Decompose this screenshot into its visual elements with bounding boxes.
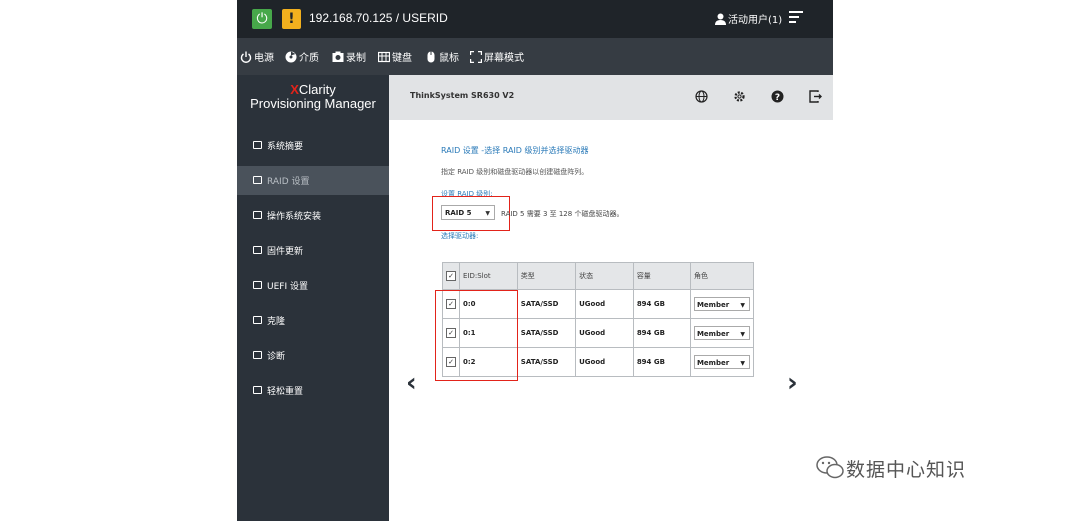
col-eid-slot: EID:Slot xyxy=(459,262,518,290)
sidebar-item-easy-reset[interactable]: 轻松重置 xyxy=(237,376,389,405)
mouse-icon xyxy=(427,51,435,63)
firmware-icon xyxy=(253,246,262,254)
toolbar-keyboard-button[interactable]: 键盘 xyxy=(378,49,412,64)
raid-panel: RAID 设置 -选择 RAID 级别并选择驱动器 指定 RAID 级别和磁盘驱… xyxy=(389,120,833,521)
svg-text:?: ? xyxy=(775,93,780,103)
toolbar-media-button[interactable]: 介质 xyxy=(285,49,319,64)
chevron-down-icon: ▼ xyxy=(740,302,745,309)
brand-subtitle: Provisioning Manager xyxy=(250,96,376,111)
drives-label: 选择驱动器: xyxy=(441,232,479,240)
col-size: 容量 xyxy=(632,262,691,290)
highlight-box-raid-level xyxy=(432,196,510,231)
role-select[interactable]: Member ▼ xyxy=(693,297,750,311)
system-model: ThinkSystem SR630 V2 xyxy=(410,91,515,100)
user-icon xyxy=(715,13,726,25)
summary-icon xyxy=(253,141,262,149)
exit-icon[interactable] xyxy=(809,90,822,103)
raid-title: RAID 设置 -选择 RAID 级别并选择驱动器 xyxy=(441,146,589,155)
cell-state: UGood xyxy=(575,318,634,348)
cell-size: 894 GB xyxy=(632,318,691,348)
watermark-text: 数据中心知识 xyxy=(846,459,967,481)
menu-icon[interactable] xyxy=(789,11,803,23)
sidebar-item-system-summary[interactable]: 系统摘要 xyxy=(237,131,389,160)
chevron-down-icon: ▼ xyxy=(740,331,745,338)
warning-icon[interactable]: ! xyxy=(282,9,301,29)
app-window: ⏻ ! 192.168.70.125 / USERID 活动用户(1) 电源 介… xyxy=(237,0,833,521)
col-state: 状态 xyxy=(575,262,634,290)
toolbar-power-button[interactable]: 电源 xyxy=(240,49,274,64)
active-users-button[interactable]: 活动用户(1) xyxy=(715,11,782,26)
col-role: 角色 xyxy=(689,262,755,290)
diagnostics-icon xyxy=(253,351,262,359)
cell-state: UGood xyxy=(575,289,634,319)
gear-icon[interactable] xyxy=(733,90,746,103)
sidebar: XClarity Provisioning Manager 系统摘要 RAID … xyxy=(237,75,389,521)
os-install-icon xyxy=(253,211,262,219)
highlight-box-drives xyxy=(435,290,518,381)
help-icon[interactable]: ? xyxy=(771,90,784,103)
sidebar-item-os-install[interactable]: 操作系统安装 xyxy=(237,201,389,230)
sidebar-item-clone[interactable]: 克隆 xyxy=(237,306,389,335)
cell-type: SATA/SSD xyxy=(516,318,577,348)
uefi-icon xyxy=(253,281,262,289)
power-status-icon[interactable]: ⏻ xyxy=(252,9,272,29)
power-icon xyxy=(240,51,252,63)
reset-icon xyxy=(253,386,262,394)
cell-size: 894 GB xyxy=(632,289,691,319)
prev-arrow-button[interactable]: ‹ xyxy=(406,368,417,398)
cell-state: UGood xyxy=(575,347,634,377)
toolbar-record-button[interactable]: 录制 xyxy=(332,49,366,64)
raid-icon xyxy=(253,176,262,184)
media-icon xyxy=(285,51,297,63)
role-select[interactable]: Member ▼ xyxy=(693,326,750,340)
cell-size: 894 GB xyxy=(632,347,691,377)
raid-level-note: RAID 5 需要 3 至 128 个磁盘驱动器。 xyxy=(501,210,624,218)
chevron-down-icon: ▼ xyxy=(740,360,745,367)
main-content: ThinkSystem SR630 V2 ? RAID 设置 -选择 RAID … xyxy=(389,75,833,521)
globe-icon[interactable] xyxy=(695,90,708,103)
next-arrow-button[interactable]: › xyxy=(787,368,798,398)
role-select[interactable]: Member ▼ xyxy=(693,355,750,369)
table-header: ✓ EID:Slot 类型 状态 容量 角色 xyxy=(442,262,755,290)
brand-logo: XClarity Provisioning Manager xyxy=(250,82,376,111)
top-bar: ⏻ ! 192.168.70.125 / USERID 活动用户(1) xyxy=(237,0,833,38)
host-address: 192.168.70.125 / USERID xyxy=(309,11,448,25)
toolbar-mouse-button[interactable]: 鼠标 xyxy=(425,49,459,64)
remote-toolbar: 电源 介质 录制 键盘 鼠标 屏幕模式 xyxy=(237,38,833,75)
col-type: 类型 xyxy=(516,262,577,290)
camera-icon xyxy=(332,51,344,62)
clone-icon xyxy=(253,316,262,324)
sidebar-item-diagnostics[interactable]: 诊断 xyxy=(237,341,389,370)
fullscreen-icon xyxy=(470,51,482,63)
cell-type: SATA/SSD xyxy=(516,347,577,377)
cell-type: SATA/SSD xyxy=(516,289,577,319)
keyboard-icon xyxy=(378,51,390,63)
sidebar-item-uefi[interactable]: UEFI 设置 xyxy=(237,271,389,300)
toolbar-screen-mode-button[interactable]: 屏幕模式 xyxy=(470,49,524,64)
sidebar-item-raid[interactable]: RAID 设置 xyxy=(237,166,389,195)
wechat-icon xyxy=(816,456,844,479)
raid-description: 指定 RAID 级别和磁盘驱动器以创建磁盘阵列。 xyxy=(441,168,589,176)
select-all-checkbox[interactable]: ✓ xyxy=(446,271,456,281)
active-users-label: 活动用户(1) xyxy=(728,15,783,26)
content-header: ThinkSystem SR630 V2 ? xyxy=(389,75,833,120)
sidebar-item-firmware[interactable]: 固件更新 xyxy=(237,236,389,265)
